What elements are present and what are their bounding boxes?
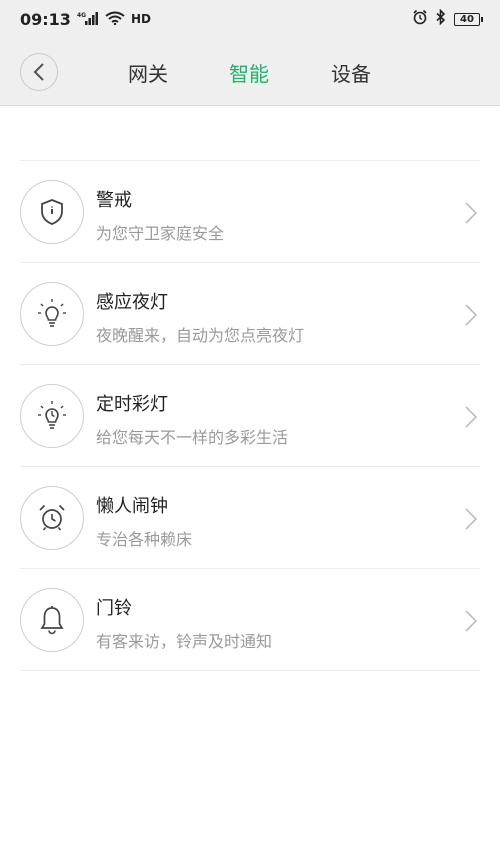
- list-item-lazy-alarm[interactable]: 懒人闹钟 专治各种赖床: [20, 467, 480, 569]
- bell-icon: [40, 606, 64, 635]
- tab-devices[interactable]: 设备: [331, 58, 371, 87]
- item-title: 感应夜灯: [96, 292, 168, 313]
- hd-icon: HD: [130, 12, 151, 26]
- bulb-icon: [38, 299, 66, 327]
- status-right: 40: [412, 8, 483, 29]
- chevron-right-icon: [465, 610, 478, 632]
- timer-bulb-icon: [38, 401, 66, 429]
- chevron-right-icon: [465, 406, 478, 428]
- shield-icon: [41, 199, 63, 225]
- svg-text:4G: 4G: [77, 12, 86, 19]
- item-title: 懒人闹钟: [96, 496, 168, 517]
- alarm-icon-circle: [20, 486, 84, 550]
- item-subtitle: 给您每天不一样的多彩生活: [96, 428, 289, 447]
- item-title: 定时彩灯: [96, 394, 168, 415]
- chevron-right-icon: [465, 202, 478, 224]
- doorbell-icon-circle: [20, 588, 84, 652]
- night-light-icon-circle: [20, 282, 84, 346]
- status-bar: 09:13 4G HD 40: [0, 0, 500, 38]
- list-item-timed-light[interactable]: 定时彩灯 给您每天不一样的多彩生活: [20, 365, 480, 467]
- top-nav-bar: 网关 智能 设备: [0, 38, 500, 106]
- tab-bar: 网关 智能 设备: [0, 38, 500, 106]
- signal-icon: 4G: [77, 10, 99, 29]
- status-left: 09:13 4G HD: [20, 10, 151, 29]
- timed-light-icon-circle: [20, 384, 84, 448]
- wifi-icon: [105, 10, 125, 29]
- item-subtitle: 有客来访，铃声及时通知: [96, 632, 273, 651]
- bluetooth-icon: [436, 8, 446, 29]
- list-item-doorbell[interactable]: 门铃 有客来访，铃声及时通知: [20, 569, 480, 671]
- battery-icon: 40: [454, 12, 483, 26]
- item-subtitle: 专治各种赖床: [96, 530, 193, 549]
- item-title: 门铃: [96, 598, 132, 619]
- chevron-right-icon: [465, 304, 478, 326]
- smart-scene-list: 警戒 为您守卫家庭安全 感应夜灯 夜晚醒来，自动为您点亮夜灯 定时彩灯 给您每天…: [20, 160, 480, 671]
- chevron-right-icon: [465, 508, 478, 530]
- alarm-clock-icon: [39, 504, 65, 531]
- battery-level: 40: [460, 13, 474, 25]
- item-subtitle: 为您守卫家庭安全: [96, 224, 225, 243]
- list-item-night-light[interactable]: 感应夜灯 夜晚醒来，自动为您点亮夜灯: [20, 263, 480, 365]
- status-time: 09:13: [20, 9, 71, 29]
- guard-icon-circle: [20, 180, 84, 244]
- item-subtitle: 夜晚醒来，自动为您点亮夜灯: [96, 326, 305, 345]
- tab-gateway[interactable]: 网关: [128, 58, 168, 87]
- alarm-status-icon: [412, 9, 428, 29]
- tab-smart[interactable]: 智能: [229, 58, 269, 87]
- item-title: 警戒: [96, 190, 132, 211]
- list-item-guard[interactable]: 警戒 为您守卫家庭安全: [20, 161, 480, 263]
